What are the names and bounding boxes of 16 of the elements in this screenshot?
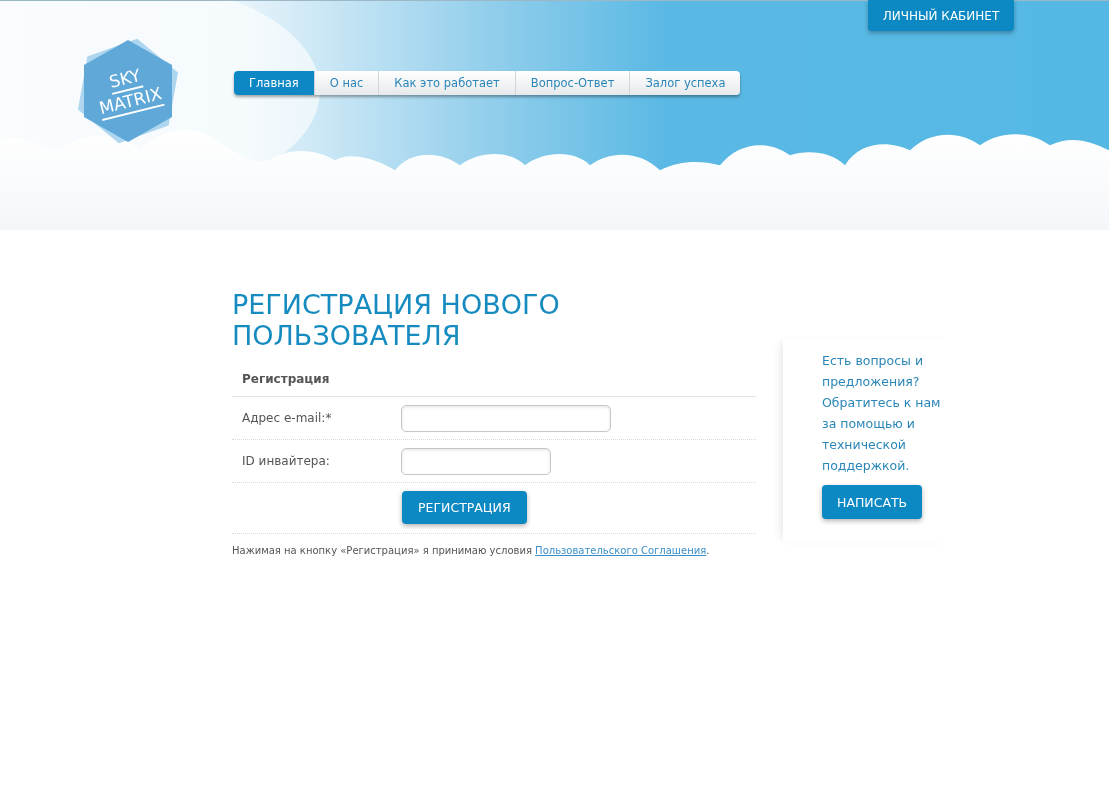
nav-tab[interactable]: Как это работает [378,71,515,95]
nav-tab[interactable]: О нас [313,71,379,95]
nav-tab[interactable]: Главная [234,71,314,95]
write-button[interactable]: НАПИСАТЬ [822,485,923,519]
field-label: Адрес e-mail:* [241,411,333,425]
support-text: Есть вопросы и предложения? Обратитесь к нам за помощью и технической поддержкой. [822,352,942,475]
input-field[interactable] [401,447,551,475]
nav-tab[interactable]: Вопрос-Ответ [514,71,630,95]
agreement-text: Нажимая на кнопку «Регистрация» я принимаю условия Пользовательского Соглашения. [232,545,711,556]
page-title: РЕГИСТРАЦИЯ НОВОГО ПОЛЬЗОВАТЕЛЯ [232,289,561,351]
register-button[interactable]: РЕГИСТРАЦИЯ [402,491,527,524]
nav-tab[interactable]: Залог успеха [629,71,741,95]
field-label: ID инвайтера: [241,454,331,468]
account-button[interactable]: ЛИЧНЫЙ КАБИНЕТ [868,0,1014,31]
input-field[interactable] [401,404,611,432]
form-heading: Регистрация [232,365,756,397]
